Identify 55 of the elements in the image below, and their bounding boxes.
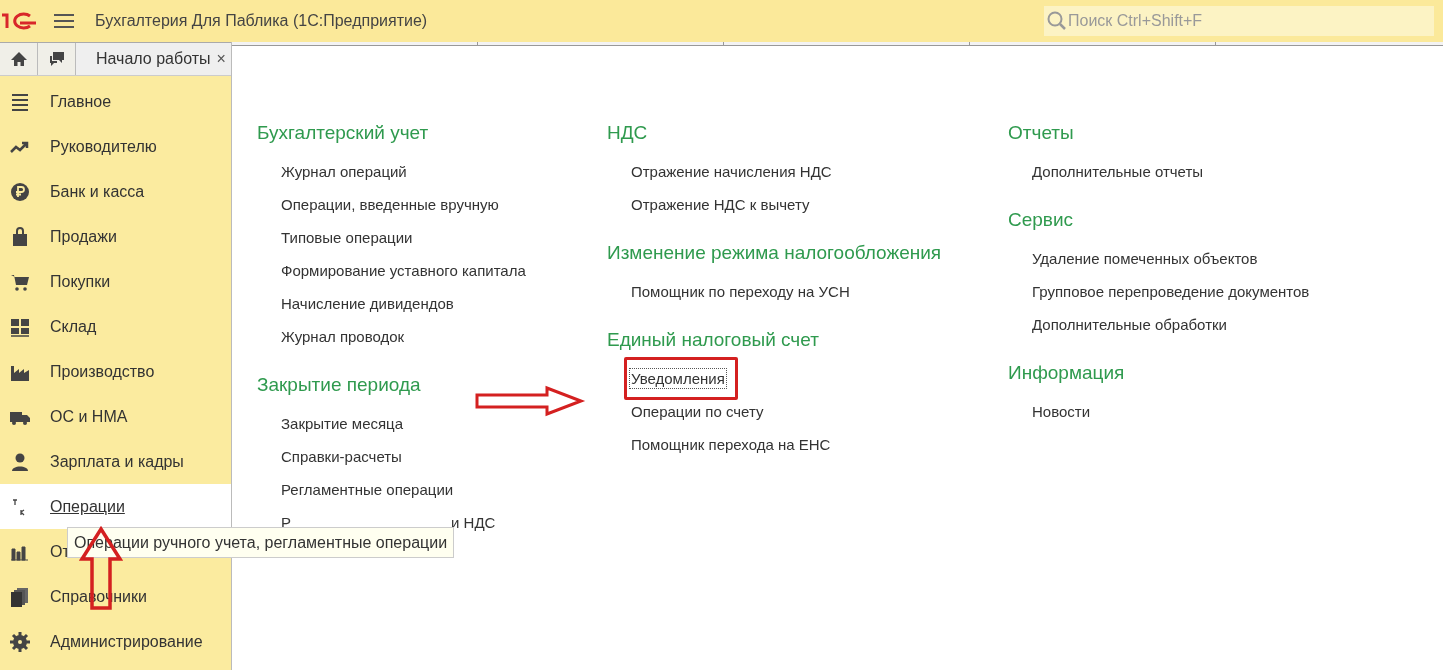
menu-link[interactable]: Журнал операций: [281, 163, 407, 180]
section-heading: Отчеты: [1008, 122, 1075, 144]
sidebar-item[interactable]: Склад: [0, 304, 231, 349]
menu-link[interactable]: Дополнительные обработки: [1032, 316, 1227, 333]
section-heading: Бухгалтерский учет: [257, 122, 430, 144]
menu-link[interactable]: Дополнительные отчеты: [1032, 163, 1204, 180]
books-icon: [10, 586, 30, 607]
menu-link[interactable]: Групповое перепроведение документов: [1032, 283, 1310, 300]
menu-icon[interactable]: [54, 13, 74, 29]
section-heading: Единый налоговый счет: [607, 329, 820, 351]
menu-link[interactable]: Новости: [1032, 403, 1091, 420]
menu-link[interactable]: Уведомления: [631, 370, 725, 387]
sidebar-item[interactable]: Главное: [0, 79, 231, 124]
section-heading: НДС: [607, 122, 649, 144]
menu-link[interactable]: Помощник по переходу на УСН: [631, 283, 850, 300]
settings-icon: [10, 631, 30, 652]
menu-link[interactable]: Типовые операции: [281, 229, 413, 246]
person-icon: [10, 451, 30, 472]
sidebar-item[interactable]: Руководителю: [0, 124, 231, 169]
bag-icon: [10, 226, 30, 247]
home-icon[interactable]: [9, 50, 28, 68]
sidebar-item[interactable]: Покупки: [0, 259, 231, 304]
section-heading: Закрытие периода: [257, 374, 422, 396]
sidebar-item[interactable]: ОС и НМА: [0, 394, 231, 439]
menu-link[interactable]: Регламентные операции: [281, 481, 454, 498]
sidebar-item[interactable]: Зарплата и кадры: [0, 439, 231, 484]
menu-link[interactable]: Отражение начисления НДС: [631, 163, 832, 180]
menu-link[interactable]: Начисление дивидендов: [281, 295, 454, 312]
search-field[interactable]: Поиск Ctrl+Shift+F: [1044, 6, 1434, 36]
menu-link[interactable]: Операции по счету: [631, 403, 764, 420]
tab[interactable]: Начало работы ×: [76, 43, 231, 75]
sidebar-item[interactable]: Администрирование: [0, 619, 231, 664]
sidebar-item[interactable]: Производство: [0, 349, 231, 394]
menu-link[interactable]: Закрытие месяца: [281, 415, 404, 432]
menu-link[interactable]: Операции, введенные вручную: [281, 196, 499, 213]
menu-link[interactable]: Отражение НДС к вычету: [631, 196, 810, 213]
list-icon: [10, 91, 30, 112]
menu-link[interactable]: Помощник перехода на ЕНС: [631, 436, 831, 453]
window-title: Бухгалтерия Для Паблика (1С:Предприятие): [95, 12, 428, 30]
logo-icon: [0, 11, 36, 31]
sidebar-item[interactable]: Операции: [0, 484, 231, 529]
menu-link[interactable]: Удаление помеченных объектов: [1032, 250, 1258, 267]
menu-link[interactable]: Формирование уставного капитала: [281, 262, 526, 279]
chat-icon[interactable]: [47, 50, 66, 68]
sidebar-item[interactable]: Банк и касса: [0, 169, 231, 214]
menu-link[interactable]: Журнал проводок: [281, 328, 405, 345]
boxes-icon: [10, 316, 30, 337]
section-heading: Сервис: [1008, 209, 1075, 231]
section-heading: Изменение режима налогообложения: [607, 242, 943, 264]
ruble-coin-icon: [10, 181, 30, 202]
section-heading: Информация: [1008, 362, 1126, 384]
sidebar-item[interactable]: Продажи: [0, 214, 231, 259]
menu-link[interactable]: Справки-расчеты: [281, 448, 402, 465]
close-icon[interactable]: ×: [216, 50, 226, 68]
search-icon: [1047, 11, 1067, 31]
